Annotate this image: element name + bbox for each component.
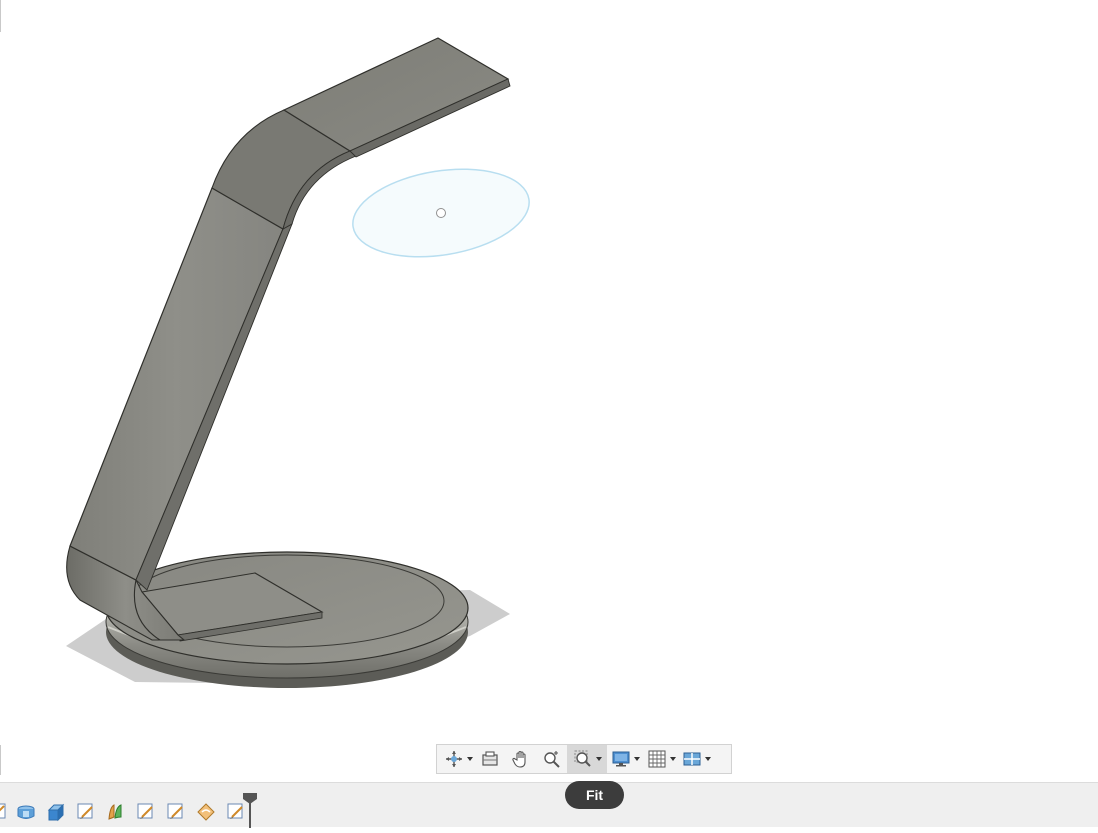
zoom-button[interactable]: [537, 745, 567, 773]
grid-button[interactable]: [643, 745, 679, 773]
timeline-bar: [0, 782, 1098, 828]
look-at-icon: [480, 749, 500, 769]
display-settings-button[interactable]: [607, 745, 643, 773]
canvas-viewport[interactable]: [0, 0, 1098, 782]
viewports-icon: [682, 749, 702, 769]
chevron-down-icon: [669, 757, 676, 761]
grid-icon: [647, 749, 667, 769]
timeline-feature-sketch-partial[interactable]: [0, 801, 10, 823]
sketch-circle[interactable]: [347, 158, 536, 269]
revolve-icon: [15, 801, 37, 823]
sketch-icon: [75, 801, 97, 823]
timeline-feature-extrude[interactable]: [45, 801, 67, 823]
look-at-button[interactable]: [475, 745, 505, 773]
timeline-feature-sketch[interactable]: [75, 801, 97, 823]
timeline-feature-sweep[interactable]: [105, 801, 127, 823]
pan-button[interactable]: [505, 745, 537, 773]
sketch-icon: [165, 801, 187, 823]
orbit-icon: [444, 749, 464, 769]
orbit-button[interactable]: [441, 745, 475, 773]
pan-hand-icon: [511, 749, 531, 769]
timeline-feature-sketch[interactable]: [165, 801, 187, 823]
chevron-down-icon: [595, 757, 602, 761]
timeline-feature-fillet[interactable]: [195, 801, 217, 823]
chevron-down-icon: [466, 757, 473, 761]
timeline-marker[interactable]: [242, 793, 258, 828]
sweep-icon: [105, 801, 127, 823]
zoom-window-icon: [573, 749, 593, 769]
fit-tooltip: Fit: [565, 781, 624, 809]
zoom-icon: [542, 749, 562, 769]
chevron-down-icon: [704, 757, 711, 761]
extrude-icon: [45, 801, 67, 823]
sketch-icon: [135, 801, 157, 823]
timeline-feature-revolve[interactable]: [15, 801, 37, 823]
timeline-feature-sketch[interactable]: [135, 801, 157, 823]
lamp-arm: [69, 187, 293, 591]
model-scene: [66, 37, 536, 688]
viewports-button[interactable]: [679, 745, 713, 773]
sketch-icon: [0, 801, 10, 823]
fillet-icon: [195, 801, 217, 823]
chevron-down-icon: [633, 757, 640, 761]
tooltip-text: Fit: [585, 787, 604, 803]
display-icon: [611, 749, 631, 769]
fit-button[interactable]: [567, 745, 607, 773]
navigation-toolbar: [436, 744, 732, 774]
